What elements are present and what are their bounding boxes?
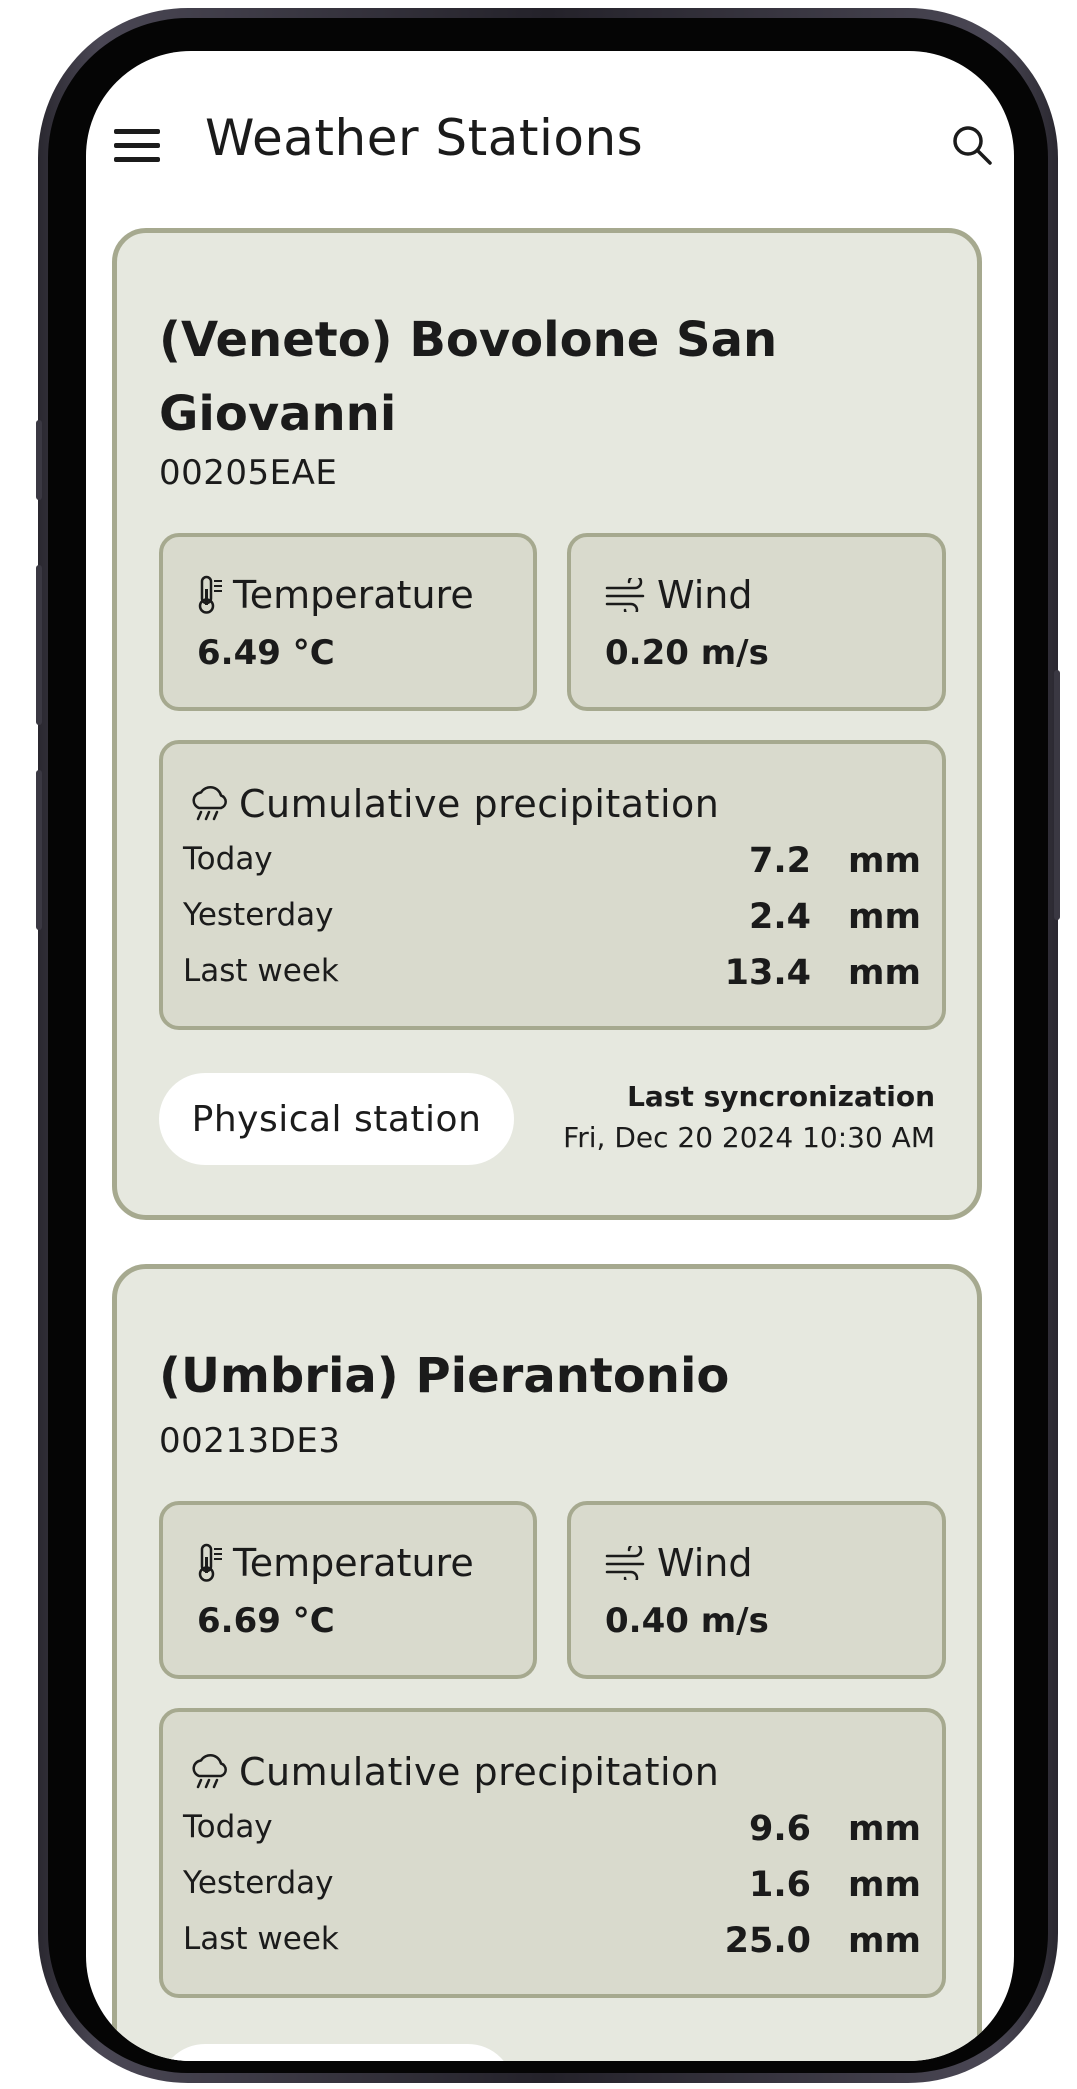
temperature-label: Temperature <box>233 573 474 617</box>
precipitation-value: 1.6 <box>748 1865 811 1905</box>
precipitation-period: Today <box>183 1809 273 1845</box>
precipitation-value: 9.6 <box>748 1809 811 1849</box>
wind-value: 0.20 m/s <box>605 633 769 673</box>
station-name: (Umbria) Pierantonio <box>159 1348 730 1404</box>
last-sync-info: Last syncronization Fri, Dec 20 2024 10:… <box>563 1080 935 1154</box>
temperature-value: 6.49 °C <box>197 633 335 673</box>
station-type-chip[interactable]: Physical station <box>159 1073 514 1165</box>
precipitation-panel: Cumulative precipitation Today 7.2 mm Ye… <box>159 740 946 1030</box>
precipitation-unit: mm <box>848 1809 921 1849</box>
last-sync-date: Fri, Dec 20 2024 10:30 AM <box>563 1121 935 1154</box>
precipitation-value: 2.4 <box>748 897 811 937</box>
precipitation-period: Yesterday <box>183 897 334 933</box>
precipitation-panel: Cumulative precipitation Today 9.6 mm Ye… <box>159 1708 946 1998</box>
precipitation-unit: mm <box>848 953 921 993</box>
station-card[interactable]: (Veneto) Bovolone San Giovanni 00205EAE … <box>112 228 982 1220</box>
volume-up-button <box>36 565 42 725</box>
precipitation-unit: mm <box>848 1865 921 1905</box>
cloud-rain-icon <box>192 786 227 821</box>
station-name: (Veneto) Bovolone San Giovanni <box>159 312 778 442</box>
last-sync-title: Last syncronization <box>627 1080 935 1113</box>
precipitation-row: Last week 13.4 mm <box>183 953 921 993</box>
app-screen: Weather Stations (Veneto) Bovolone San G… <box>86 51 1014 2061</box>
station-card[interactable]: (Umbria) Pierantonio 00213DE3 Temperatur… <box>112 1264 982 2061</box>
precipitation-period: Today <box>183 841 273 877</box>
station-code: 00205EAE <box>159 453 338 493</box>
mute-switch <box>36 420 42 500</box>
app-bar: Weather Stations <box>86 51 1014 226</box>
wind-value: 0.40 m/s <box>605 1601 769 1641</box>
wind-tile: Wind 0.40 m/s <box>567 1501 946 1679</box>
wind-label: Wind <box>657 1541 753 1585</box>
precipitation-value: 13.4 <box>724 953 811 993</box>
station-code: 00213DE3 <box>159 1421 341 1461</box>
thermometer-icon <box>198 1543 222 1582</box>
station-type-chip[interactable] <box>159 2044 514 2061</box>
cloud-rain-icon <box>192 1754 227 1789</box>
thermometer-icon <box>198 575 222 614</box>
precipitation-row: Last week 25.0 mm <box>183 1921 921 1961</box>
hamburger-menu-icon[interactable] <box>114 129 160 163</box>
precipitation-period: Last week <box>183 953 339 989</box>
precipitation-row: Today 7.2 mm <box>183 841 921 881</box>
precipitation-value: 7.2 <box>748 841 811 881</box>
power-button <box>1054 670 1060 920</box>
search-icon[interactable] <box>948 121 996 169</box>
precipitation-title: Cumulative precipitation <box>239 1750 720 1794</box>
precipitation-unit: mm <box>848 897 921 937</box>
precipitation-row: Yesterday 1.6 mm <box>183 1865 921 1905</box>
wind-icon <box>605 578 645 612</box>
precipitation-period: Yesterday <box>183 1865 334 1901</box>
temperature-tile: Temperature 6.49 °C <box>159 533 537 711</box>
precipitation-value: 25.0 <box>724 1921 811 1961</box>
wind-tile: Wind 0.20 m/s <box>567 533 946 711</box>
precipitation-title: Cumulative precipitation <box>239 782 720 826</box>
page-title: Weather Stations <box>205 109 644 167</box>
precipitation-unit: mm <box>848 841 921 881</box>
wind-icon <box>605 1546 645 1580</box>
precipitation-row: Yesterday 2.4 mm <box>183 897 921 937</box>
temperature-tile: Temperature 6.69 °C <box>159 1501 537 1679</box>
temperature-value: 6.69 °C <box>197 1601 335 1641</box>
temperature-label: Temperature <box>233 1541 474 1585</box>
precipitation-row: Today 9.6 mm <box>183 1809 921 1849</box>
volume-down-button <box>36 770 42 930</box>
wind-label: Wind <box>657 573 753 617</box>
precipitation-period: Last week <box>183 1921 339 1957</box>
precipitation-unit: mm <box>848 1921 921 1961</box>
